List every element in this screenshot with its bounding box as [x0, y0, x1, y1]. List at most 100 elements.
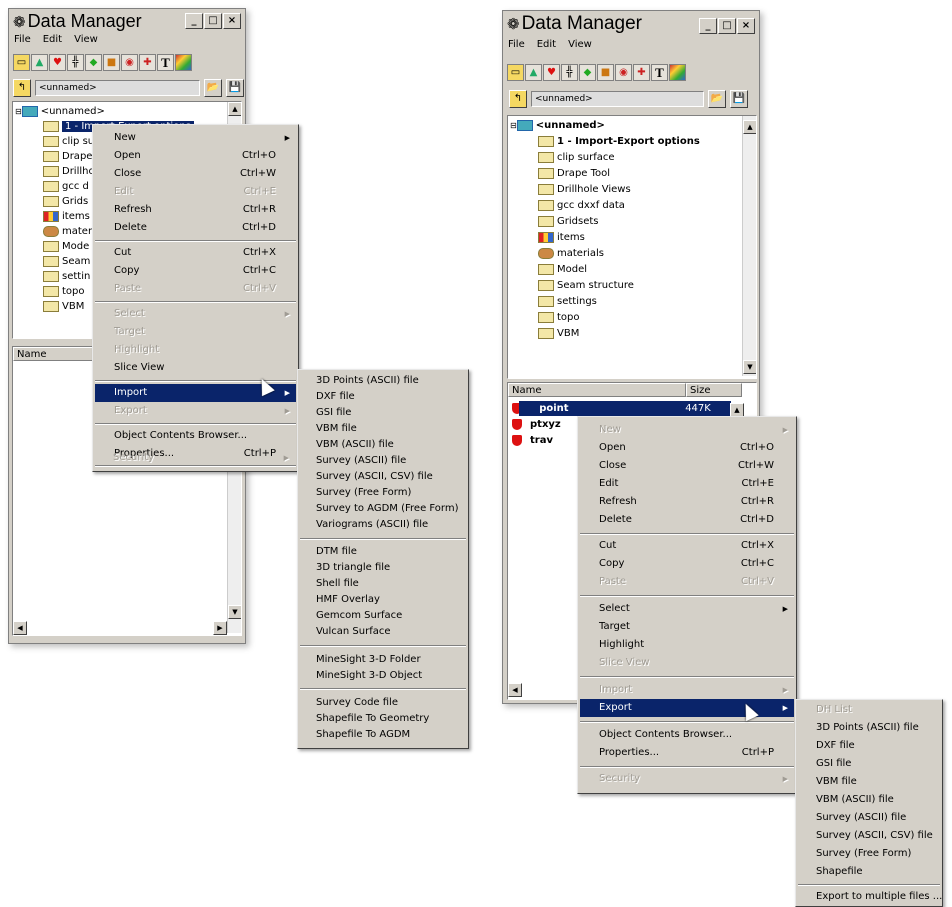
submenu-item[interactable]: Survey (Free Form) [300, 485, 466, 501]
heart-icon[interactable]: ♥ [543, 64, 560, 81]
column-header-name[interactable]: Name [13, 347, 93, 361]
text-icon[interactable]: T [157, 54, 174, 71]
menu-item-close[interactable]: Close Ctrl+W [95, 165, 296, 183]
submenu-item[interactable]: Shell file [300, 576, 466, 592]
menu-item-open[interactable]: Open Ctrl+O [580, 439, 794, 457]
tree-item[interactable]: gcc dxxf data [538, 198, 625, 213]
menu-item-refresh[interactable]: Refresh Ctrl+R [580, 493, 794, 511]
menu-item-copy[interactable]: Copy Ctrl+C [580, 555, 794, 573]
maximize-button[interactable]: □ [718, 18, 736, 34]
tree-item[interactable]: topo [43, 284, 85, 299]
submenu-item[interactable]: Survey (Free Form) [798, 846, 940, 862]
submenu-item[interactable]: Survey Code file [300, 695, 466, 711]
menu-item-copy[interactable]: Copy Ctrl+C [95, 262, 296, 280]
tree-item[interactable]: Model [538, 262, 587, 277]
submenu-item[interactable]: MineSight 3-D Folder [300, 652, 466, 668]
menu-item-refresh[interactable]: Refresh Ctrl+R [95, 201, 296, 219]
tree-item[interactable]: Drillhole Views [538, 182, 631, 197]
submenu-item[interactable]: Survey (ASCII, CSV) file [798, 828, 940, 844]
column-header-size[interactable]: Size [686, 383, 742, 397]
folder-icon[interactable]: ▭ [507, 64, 524, 81]
scroll-up-icon[interactable]: ▲ [228, 102, 241, 116]
menu-view[interactable]: View [568, 39, 592, 50]
text-icon[interactable]: T [651, 64, 668, 81]
target-icon[interactable]: ◉ [615, 64, 632, 81]
menu-item-open[interactable]: Open Ctrl+O [95, 147, 296, 165]
menu-item-object-contents-browser[interactable]: Object Contents Browser... [95, 427, 296, 445]
tree-item[interactable]: clip surface [538, 150, 615, 165]
close-button[interactable]: × [223, 13, 241, 29]
submenu-item[interactable]: Gemcom Surface [300, 608, 466, 624]
submenu-item[interactable]: VBM file [798, 774, 940, 790]
submenu-item[interactable]: Shapefile To AGDM [300, 727, 466, 743]
submenu-item[interactable]: 3D Points (ASCII) file [798, 720, 940, 736]
tree-item[interactable]: VBM [43, 299, 84, 314]
tree-item[interactable]: Grids [43, 194, 88, 209]
menu-item-slice-view[interactable]: Slice View [95, 359, 296, 377]
tree-item[interactable]: VBM [538, 326, 579, 341]
cross-icon[interactable]: ✚ [633, 64, 650, 81]
menu-edit[interactable]: Edit [43, 34, 62, 45]
submenu-item[interactable]: Vulcan Surface [300, 624, 466, 640]
minimize-button[interactable]: _ [185, 13, 203, 29]
open-folder-button[interactable]: 📂 [708, 90, 726, 108]
submenu-item[interactable]: Variograms (ASCII) file [300, 517, 466, 533]
mountain-icon[interactable]: ▲ [525, 64, 542, 81]
submenu-item[interactable]: Shapefile To Geometry [300, 711, 466, 727]
submenu-item[interactable]: Survey (ASCII) file [300, 453, 466, 469]
menu-item-delete[interactable]: Delete Ctrl+D [580, 511, 794, 529]
tree-item[interactable]: Drillho [43, 164, 95, 179]
tree-item[interactable]: Seam [43, 254, 90, 269]
cross-icon[interactable]: ✚ [139, 54, 156, 71]
list-row[interactable]: trav [512, 433, 553, 448]
scroll-down-icon[interactable]: ▼ [743, 360, 756, 374]
submenu-item[interactable]: DXF file [300, 389, 466, 405]
tree-item[interactable]: topo [538, 310, 580, 325]
folder-icon[interactable]: ▭ [13, 54, 30, 71]
submenu-item[interactable]: VBM (ASCII) file [798, 792, 940, 808]
minimize-button[interactable]: _ [699, 18, 717, 34]
scroll-left-icon[interactable]: ◀ [13, 621, 27, 635]
menu-item-export[interactable]: Export ▶ [580, 699, 794, 717]
submenu-item[interactable]: 3D triangle file [300, 560, 466, 576]
tree-item[interactable]: 1 - Import-Export options [538, 134, 700, 149]
scroll-down-icon[interactable]: ▼ [228, 605, 241, 619]
tree-item[interactable]: Mode [43, 239, 89, 254]
list-row[interactable]: point 447K [512, 401, 738, 416]
submenu-item[interactable]: GSI file [798, 756, 940, 772]
menu-file[interactable]: File [14, 34, 31, 45]
heart-icon[interactable]: ♥ [49, 54, 66, 71]
tree-view[interactable]: ⊟<unnamed> 1 - Import-Export options cli… [507, 115, 757, 379]
submenu-item[interactable]: Survey (ASCII, CSV) file [300, 469, 466, 485]
menu-item-delete[interactable]: Delete Ctrl+D [95, 219, 296, 237]
diamond-icon[interactable]: ◆ [579, 64, 596, 81]
tree-item[interactable]: items [43, 209, 90, 224]
tree-scrollbar[interactable]: ▲ ▼ [742, 116, 756, 376]
tree-item[interactable]: Gridsets [538, 214, 598, 229]
list-row[interactable]: ptxyz [512, 417, 561, 432]
tree-item[interactable]: items [538, 230, 585, 245]
mountain-icon[interactable]: ▲ [31, 54, 48, 71]
close-button[interactable]: × [737, 18, 755, 34]
menu-edit[interactable]: Edit [537, 39, 556, 50]
grid-icon[interactable]: ╬ [561, 64, 578, 81]
palette-icon[interactable] [669, 64, 686, 81]
tree-item[interactable]: Seam structure [538, 278, 634, 293]
scroll-right-icon[interactable]: ▶ [213, 621, 227, 635]
menu-item-close[interactable]: Close Ctrl+W [580, 457, 794, 475]
menu-item-cut[interactable]: Cut Ctrl+X [95, 244, 296, 262]
box-icon[interactable]: ■ [597, 64, 614, 81]
save-button[interactable]: 💾 [730, 90, 748, 108]
target-icon[interactable]: ◉ [121, 54, 138, 71]
menu-item-highlight[interactable]: Highlight [580, 636, 794, 654]
menu-item-edit[interactable]: Edit Ctrl+E [580, 475, 794, 493]
submenu-item[interactable]: Export to multiple files ... [798, 889, 942, 905]
open-folder-button[interactable]: 📂 [204, 79, 222, 97]
scroll-up-icon[interactable]: ▲ [743, 120, 756, 134]
grid-icon[interactable]: ╬ [67, 54, 84, 71]
menu-file[interactable]: File [508, 39, 525, 50]
maximize-button[interactable]: □ [204, 13, 222, 29]
palette-icon[interactable] [175, 54, 192, 71]
box-icon[interactable]: ■ [103, 54, 120, 71]
tree-item[interactable]: gcc d [43, 179, 89, 194]
